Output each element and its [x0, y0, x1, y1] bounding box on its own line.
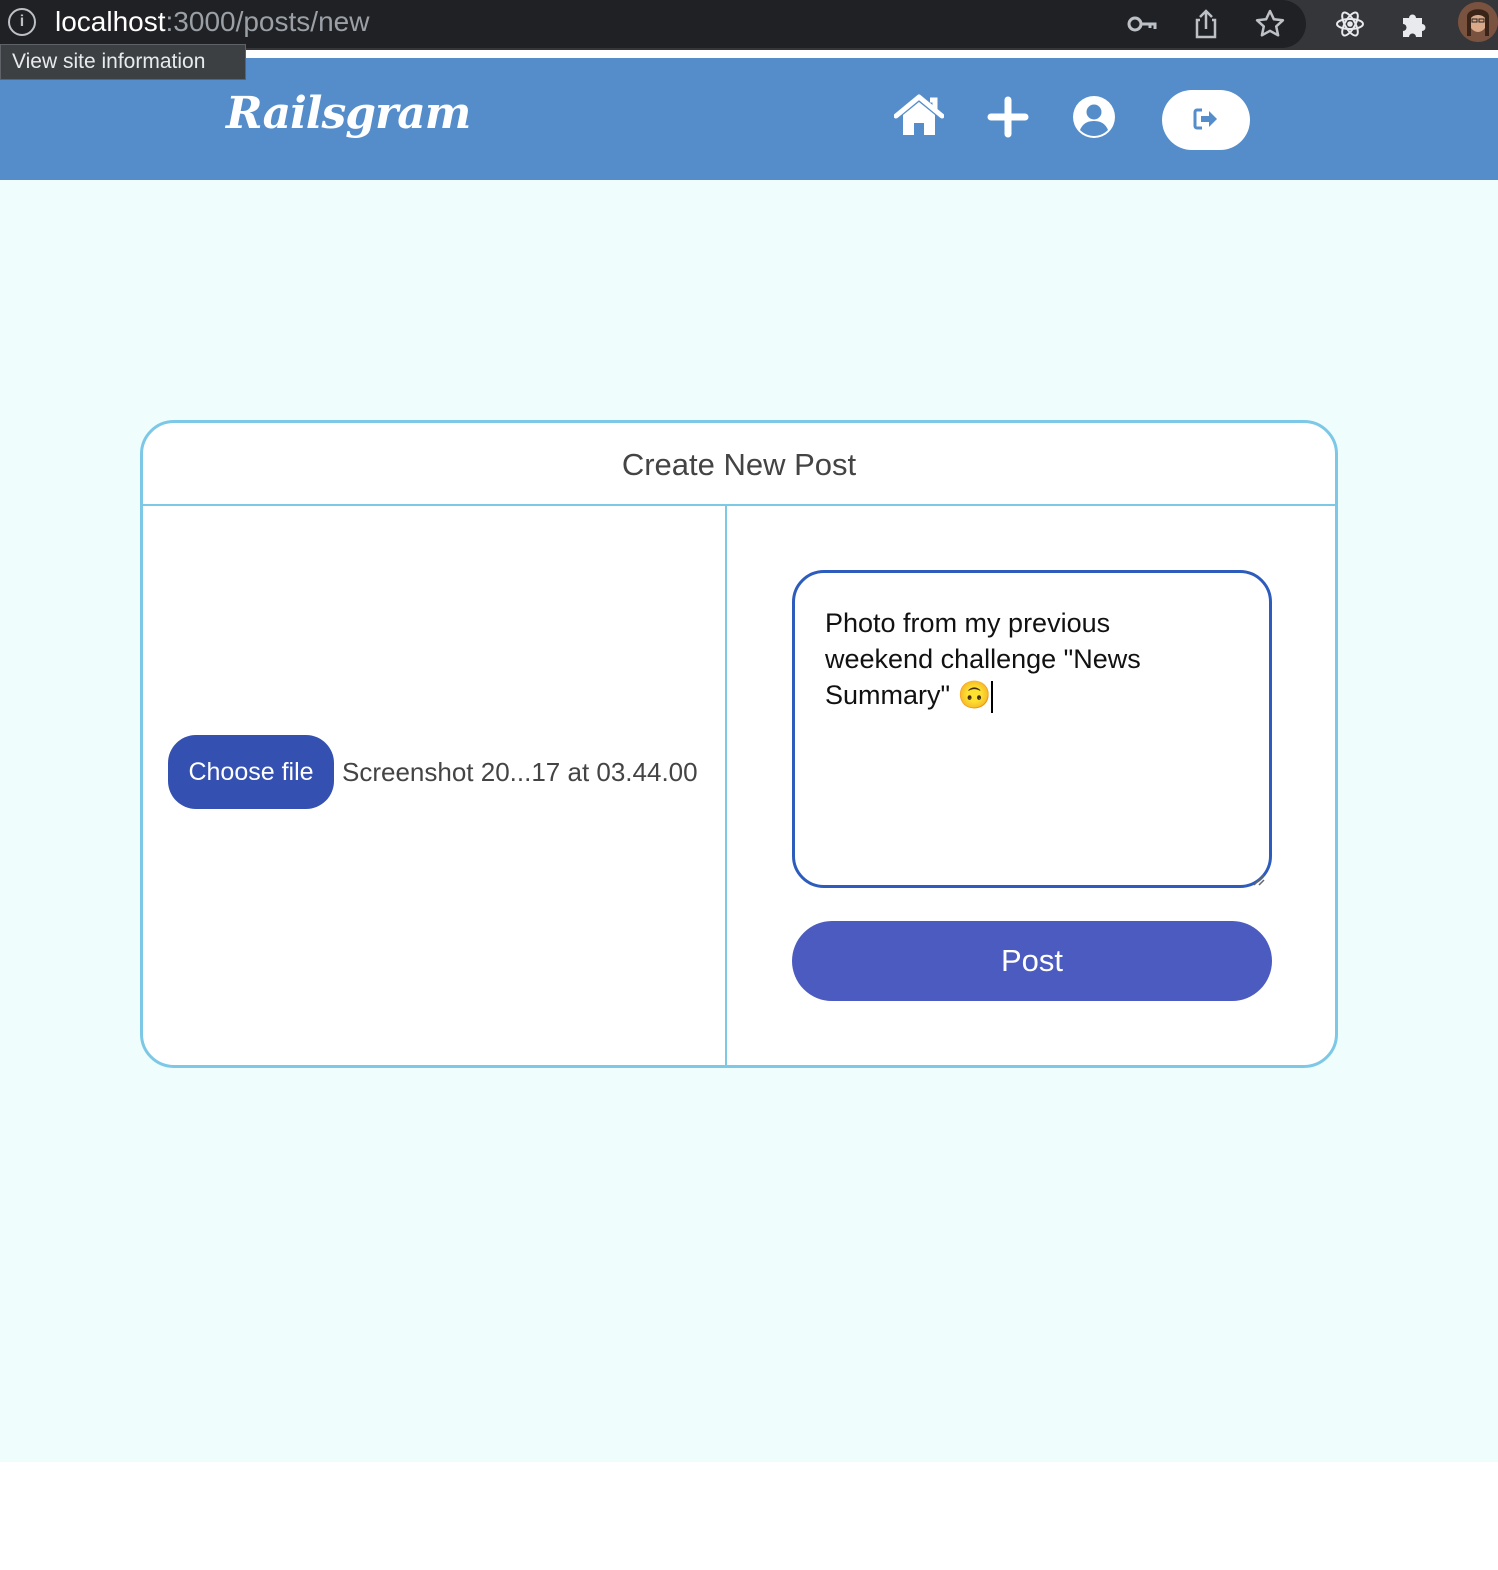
- plus-icon[interactable]: [983, 94, 1033, 140]
- key-icon[interactable]: [1126, 8, 1158, 40]
- choose-file-button[interactable]: Choose file: [168, 735, 334, 809]
- page-body: Create New Post Choose file Screenshot 2…: [0, 180, 1498, 1462]
- url-text[interactable]: localhost:3000/posts/new: [55, 5, 369, 39]
- user-circle-icon[interactable]: [1069, 94, 1119, 140]
- caption-line-3: Summary": [825, 680, 951, 710]
- extensions-puzzle-icon[interactable]: [1398, 8, 1430, 40]
- site-info-tooltip: View site information: [0, 44, 246, 80]
- caption-line-2: weekend challenge "News: [825, 644, 1141, 674]
- site-info-icon[interactable]: i: [8, 8, 36, 36]
- text-caret: [991, 680, 994, 713]
- post-submit-button[interactable]: Post: [792, 921, 1272, 1001]
- column-divider: [725, 506, 727, 1065]
- bookmark-star-icon[interactable]: [1254, 8, 1286, 40]
- url-host: localhost: [55, 6, 166, 37]
- profile-avatar[interactable]: [1458, 2, 1498, 42]
- address-bar[interactable]: i localhost:3000/posts/new: [0, 0, 1306, 48]
- browser-toolbar: i localhost:3000/posts/new: [0, 0, 1498, 50]
- card-title: Create New Post: [621, 447, 857, 482]
- brand-logo[interactable]: Railsgram: [226, 88, 471, 139]
- url-path: :3000/posts/new: [165, 6, 370, 37]
- share-icon[interactable]: [1190, 8, 1222, 40]
- card-header: Create New Post: [143, 423, 1335, 506]
- resize-grip-icon[interactable]: [1251, 872, 1265, 886]
- file-input[interactable]: Choose file Screenshot 20...17 at 03.44.…: [168, 735, 698, 809]
- upside-down-face-emoji: 🙃: [957, 680, 992, 710]
- caption-line-1: Photo from my previous: [825, 608, 1111, 638]
- react-devtools-icon[interactable]: [1334, 8, 1366, 40]
- sign-out-icon: [1193, 108, 1217, 129]
- home-icon[interactable]: [894, 94, 944, 140]
- new-post-card: Create New Post Choose file Screenshot 2…: [140, 420, 1338, 1068]
- logout-button[interactable]: [1162, 90, 1250, 150]
- selected-file-name: Screenshot 20...17 at 03.44.00: [342, 756, 698, 787]
- caption-textarea[interactable]: Photo from my previous weekend challenge…: [792, 570, 1272, 888]
